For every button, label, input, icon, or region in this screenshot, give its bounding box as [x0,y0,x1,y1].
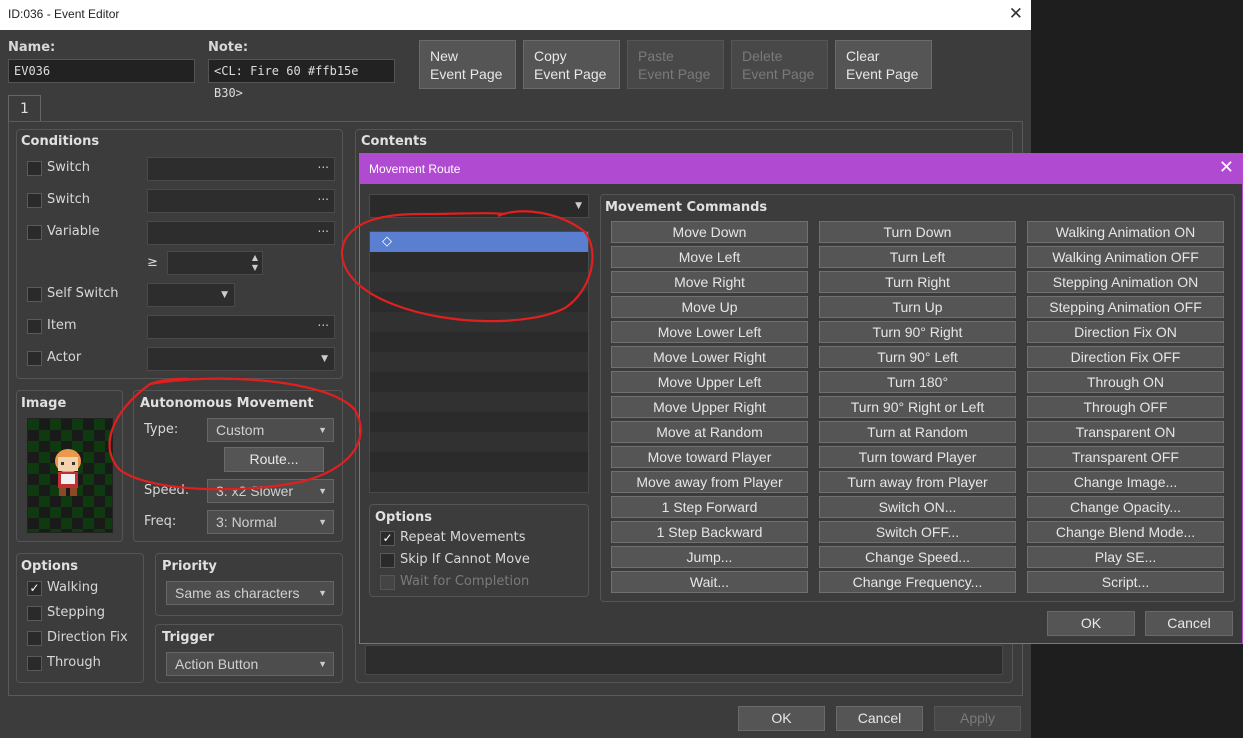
annotation-circle-route-list [340,210,594,323]
annotation-circle-autonomous [108,377,362,491]
annotation-overlay [108,210,594,491]
